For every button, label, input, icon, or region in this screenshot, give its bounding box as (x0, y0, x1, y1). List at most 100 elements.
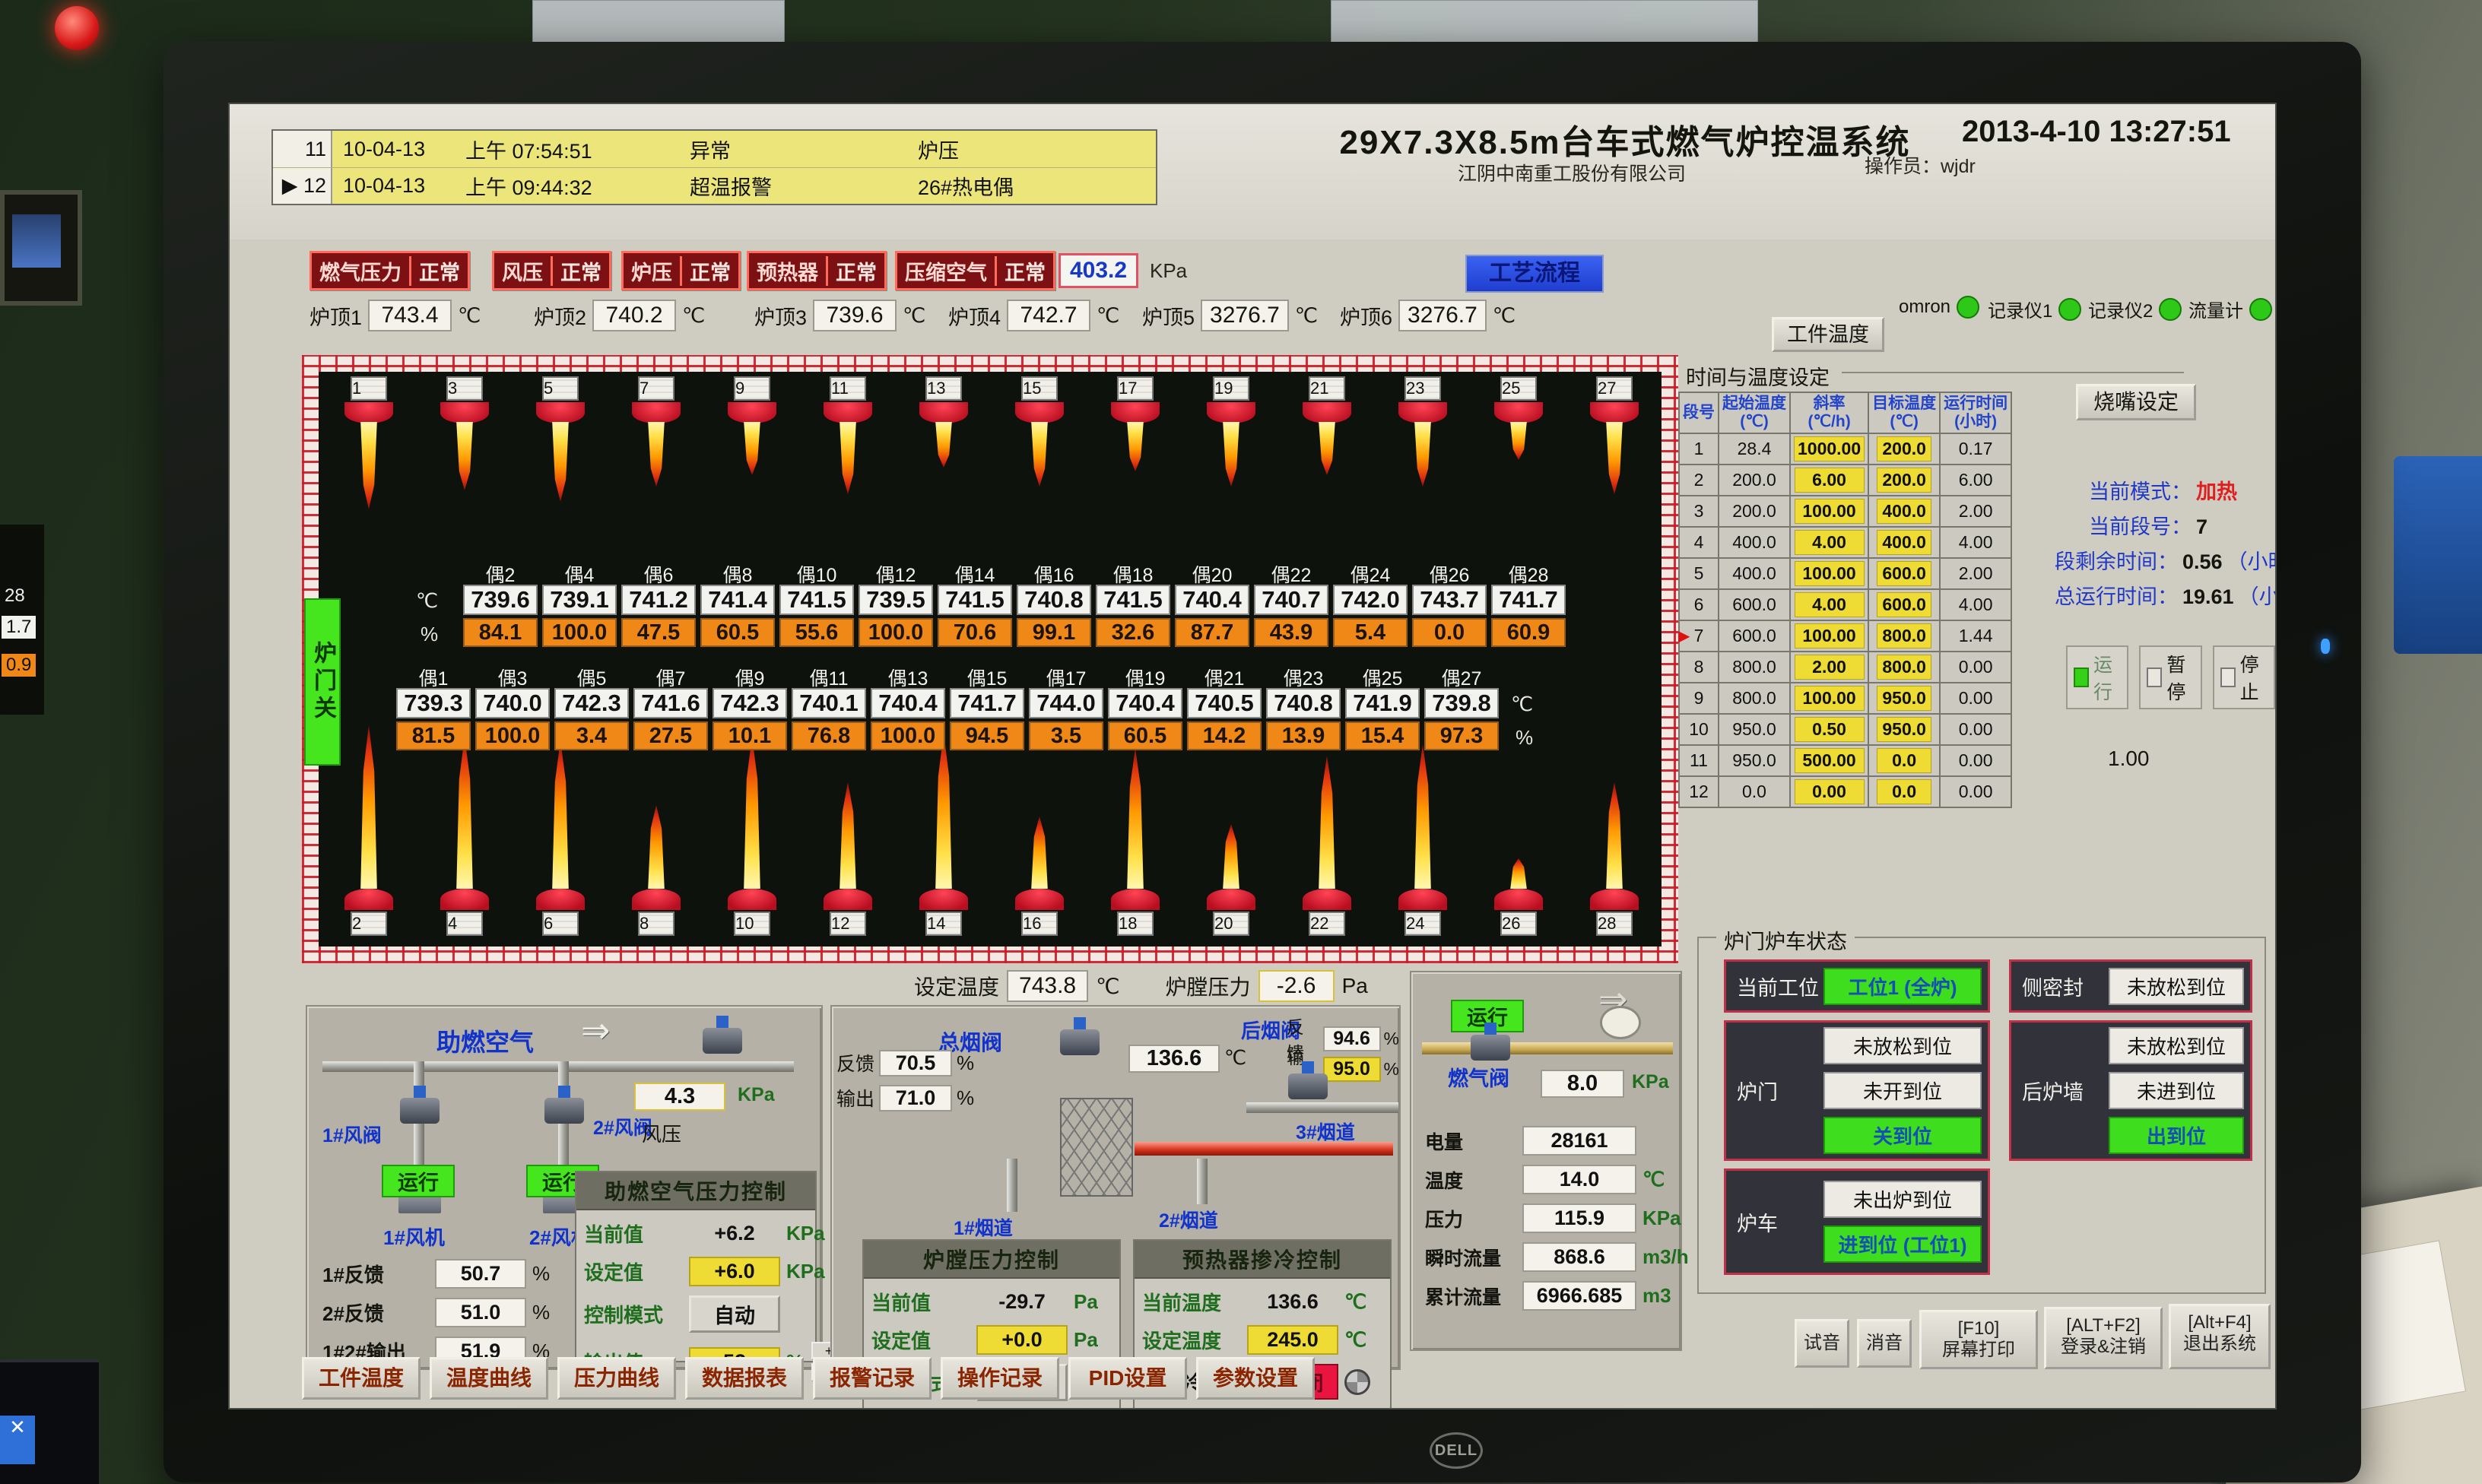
target-temp-cell[interactable]: 0.0 (1868, 745, 1940, 776)
slope-value[interactable]: 6.00 (1795, 468, 1865, 493)
target-value[interactable]: 200.0 (1877, 436, 1931, 461)
alarm-row[interactable]: 1110-04-13上午 07:54:51异常炉压 (273, 131, 1156, 167)
burner-number: 17 (1117, 376, 1154, 401)
target-temp-cell[interactable]: 800.0 (1868, 620, 1940, 652)
segment-cell: 5 (1679, 558, 1719, 589)
slope-value[interactable]: 2.00 (1795, 655, 1865, 680)
run-state-checkbox[interactable]: 停止 (2213, 645, 2275, 709)
target-value[interactable]: 400.0 (1877, 530, 1931, 555)
schedule-group-title: 时间与温度设定 (1686, 361, 1830, 391)
target-temp-cell[interactable]: 200.0 (1868, 433, 1940, 465)
workpiece-temp-button[interactable]: 工件温度 (1772, 317, 1884, 352)
value-row: 控制模式自动 (584, 1295, 808, 1333)
nav-button[interactable]: 参数设置 (1196, 1357, 1315, 1400)
target-value[interactable]: 600.0 (1877, 592, 1931, 617)
system-button[interactable]: [Alt+F4]退出系统 (2169, 1304, 2271, 1369)
target-temp-cell[interactable]: 800.0 (1868, 652, 1940, 683)
slope-cell[interactable]: 500.00 (1790, 745, 1868, 776)
nav-button[interactable]: 压力曲线 (557, 1357, 676, 1400)
target-value[interactable]: 950.0 (1877, 686, 1931, 711)
thermocouple-output: 60.9 (1491, 618, 1566, 647)
row-unit: ℃ (1344, 1328, 1366, 1352)
slope-cell[interactable]: 0.50 (1790, 714, 1868, 745)
slope-cell[interactable]: 0.00 (1790, 776, 1868, 807)
row-value[interactable]: +6.0 (689, 1257, 780, 1286)
slope-value[interactable]: 500.00 (1795, 748, 1865, 773)
system-button[interactable]: [F10]屏幕打印 (1919, 1310, 2038, 1369)
roof-temp-unit: ℃ (1097, 304, 1119, 328)
alarm-row[interactable]: ▶ 1210-04-13上午 09:44:32超温报警26#热电偶 (273, 167, 1156, 204)
target-temp-cell[interactable]: 400.0 (1868, 496, 1940, 527)
run-state-checkbox[interactable]: 暂停 (2139, 645, 2201, 709)
slope-cell[interactable]: 100.00 (1790, 620, 1868, 652)
slope-cell[interactable]: 2.00 (1790, 652, 1868, 683)
target-temp-cell[interactable]: 200.0 (1868, 465, 1940, 496)
run-state-checkbox[interactable]: 运行 (2066, 645, 2128, 709)
slope-cell[interactable]: 100.00 (1790, 496, 1868, 527)
process-flow-button[interactable]: 工艺流程 (1465, 255, 1604, 293)
system-button[interactable]: 消音 (1857, 1319, 1912, 1368)
schedule-row: 9800.0100.00950.00.00 (1679, 683, 2011, 714)
slope-value[interactable]: 0.50 (1795, 717, 1865, 742)
start-temp-cell: 600.0 (1719, 620, 1790, 652)
slope-value[interactable]: 100.00 (1795, 623, 1865, 648)
slope-value[interactable]: 100.00 (1795, 561, 1865, 586)
door-state: 工位1 (全炉) (1823, 968, 1982, 1005)
target-value[interactable]: 0.0 (1877, 779, 1931, 804)
target-value[interactable]: 950.0 (1877, 717, 1931, 742)
target-value[interactable]: 200.0 (1877, 468, 1931, 493)
gas-data-row: 温度14.0℃ (1425, 1165, 1671, 1194)
row-value: 51.0 (435, 1298, 526, 1327)
target-value[interactable]: 400.0 (1877, 499, 1931, 524)
row-value: 115.9 (1522, 1203, 1636, 1233)
slope-cell[interactable]: 4.00 (1790, 589, 1868, 620)
system-button[interactable]: 试音 (1795, 1319, 1849, 1368)
thermocouple-temp: 740.5 (1187, 688, 1262, 718)
target-value[interactable]: 800.0 (1877, 655, 1931, 680)
nav-button[interactable]: 温度曲线 (430, 1357, 548, 1400)
target-value[interactable]: 600.0 (1877, 561, 1931, 586)
slope-cell[interactable]: 100.00 (1790, 683, 1868, 714)
slope-cell[interactable]: 100.00 (1790, 558, 1868, 589)
status-indicator: 风压正常 (492, 251, 611, 290)
burner-settings-button[interactable]: 烧嘴设定 (2076, 384, 2196, 420)
target-temp-cell[interactable]: 950.0 (1868, 714, 1940, 745)
segment-cell: 8 (1679, 652, 1719, 683)
burner-number: 9 (734, 376, 770, 401)
target-temp-cell[interactable]: 600.0 (1868, 558, 1940, 589)
nav-button[interactable]: 数据报表 (685, 1357, 804, 1400)
set-temp-value: 743.8 (1007, 970, 1088, 1002)
nav-button[interactable]: 工件温度 (302, 1357, 421, 1400)
nav-button[interactable]: PID设置 (1068, 1357, 1187, 1400)
target-temp-cell[interactable]: 400.0 (1868, 527, 1940, 558)
row-value[interactable]: 245.0 (1247, 1325, 1338, 1355)
burner-cap-icon (1303, 889, 1351, 910)
target-temp-cell[interactable]: 600.0 (1868, 589, 1940, 620)
slope-cell[interactable]: 6.00 (1790, 465, 1868, 496)
slope-value[interactable]: 4.00 (1795, 530, 1865, 555)
slope-value[interactable]: 100.00 (1795, 686, 1865, 711)
start-temp-cell: 400.0 (1719, 558, 1790, 589)
slope-value[interactable]: 0.00 (1795, 779, 1865, 804)
combustion-air-panel: 助燃空气 ⇒ 1#风阀 2#风阀 4.3 KPa 风压 运行 运行 1#风机 2… (306, 1005, 823, 1370)
slope-cell[interactable]: 4.00 (1790, 527, 1868, 558)
target-value[interactable]: 800.0 (1877, 623, 1931, 648)
info-value: 7 (2192, 515, 2212, 538)
duct2-pipe (1197, 1159, 1208, 1204)
target-value[interactable]: 0.0 (1877, 748, 1931, 773)
slope-value[interactable]: 1000.00 (1794, 436, 1865, 461)
slope-value[interactable]: 4.00 (1795, 592, 1865, 617)
slope-value[interactable]: 100.00 (1795, 499, 1865, 524)
slope-cell[interactable]: 1000.00 (1790, 433, 1868, 465)
mode-button[interactable]: 自动 (689, 1295, 780, 1333)
nav-button[interactable]: 报警记录 (813, 1357, 932, 1400)
segment-cell: 9 (1679, 683, 1719, 714)
roof-temp-label: 炉顶2 (534, 301, 586, 331)
system-button[interactable]: [ALT+F2]登录&注销 (2044, 1307, 2163, 1369)
row-value[interactable]: +0.0 (976, 1325, 1068, 1355)
burner-flame-icon (839, 422, 857, 494)
target-temp-cell[interactable]: 950.0 (1868, 683, 1940, 714)
alarm-list[interactable]: 1110-04-13上午 07:54:51异常炉压▶ 1210-04-13上午 … (271, 129, 1157, 205)
nav-button[interactable]: 操作记录 (941, 1357, 1059, 1400)
target-temp-cell[interactable]: 0.0 (1868, 776, 1940, 807)
